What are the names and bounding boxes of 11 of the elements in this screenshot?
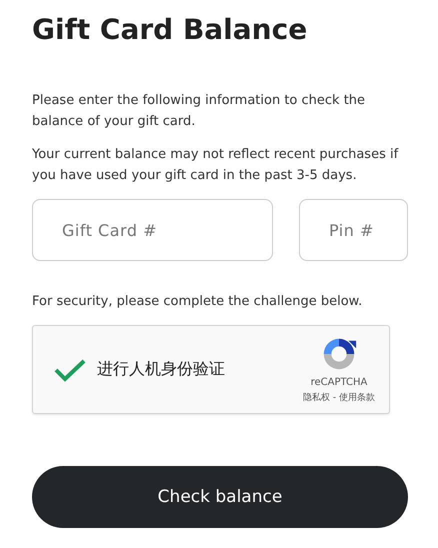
card-number-field[interactable]: Gift Card #: [32, 199, 273, 261]
info-text: Please enter the following information to check the balance of your gift card.: [32, 92, 366, 131]
info-text: Your current balance may not reflect recent purchases if you have used your gift card in the past 3-5 days.: [32, 146, 400, 185]
captcha-brand: reCAPTCHA: [310, 377, 368, 388]
checkmark-icon[interactable]: [53, 358, 87, 382]
security-note: For security, please complete the challenge below.: [32, 293, 364, 311]
page-title: Gift Card Balance: [32, 12, 308, 48]
pin-field[interactable]: Pin #: [299, 199, 408, 261]
captcha-label: 进行人机身份验证: [97, 359, 226, 380]
check-balance-button[interactable]: Check balance: [32, 466, 408, 528]
captcha-links[interactable]: 隐私权 - 使用条款: [303, 391, 375, 404]
